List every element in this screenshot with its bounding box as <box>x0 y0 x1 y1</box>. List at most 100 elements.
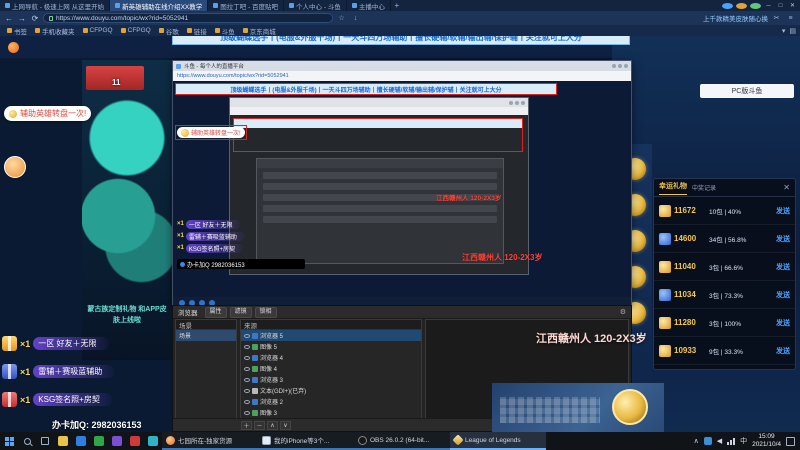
more-tools-icon[interactable]: ≡ <box>785 15 796 22</box>
forward-button[interactable]: → <box>17 14 27 23</box>
bookmark-label: 斗鱼 <box>221 28 235 36</box>
visibility-icon[interactable] <box>244 410 250 415</box>
star-icon[interactable]: ☆ <box>336 14 347 22</box>
captured-wheel-bubble[interactable]: 辅助英雄转盘一次! <box>177 127 245 138</box>
pinned-app-browser[interactable] <box>72 432 90 450</box>
dialog-titlebar[interactable] <box>257 159 503 168</box>
source-row[interactable]: 文本(GDI+)(已弃) <box>241 385 421 396</box>
speaker-icon[interactable]: ◀ <box>717 437 722 445</box>
input-language-indicator[interactable]: 中 <box>740 436 747 446</box>
send-button[interactable]: 发送 <box>776 206 790 216</box>
move-up-button[interactable]: ∧ <box>267 420 278 430</box>
taskbar-window-shop[interactable]: 七园所在-独家货源 <box>162 432 258 450</box>
cat-avatar[interactable] <box>4 156 26 178</box>
captured-obs-titlebar[interactable] <box>230 98 528 107</box>
bookmark-item[interactable]: 京东商城 <box>240 26 279 36</box>
bookmark-item[interactable]: 书签 <box>4 26 30 36</box>
tray-app-icon[interactable] <box>703 437 712 445</box>
send-button[interactable]: 发送 <box>776 318 790 328</box>
browser-tab-anchor-center[interactable]: 主播中心 <box>347 0 391 11</box>
address-bar[interactable]: https://www.douyu.com/topic/wx?rid=50529… <box>43 13 333 23</box>
browser-tab-stream[interactable]: 新英雄辅助在线介绍XX教学 <box>110 0 209 11</box>
send-button[interactable]: 发送 <box>776 290 790 300</box>
source-row[interactable]: 浏览器 5 <box>241 330 421 341</box>
source-row[interactable]: 图像 3 <box>241 407 421 418</box>
douyu-logo-icon[interactable] <box>8 42 19 53</box>
hidden-icons-chevron[interactable]: ∧ <box>694 437 699 445</box>
wheel-bubble[interactable]: 辅助英雄转盘一次! <box>4 106 92 121</box>
bookmark-item[interactable]: CFPGQ <box>80 27 116 34</box>
menu-icon[interactable] <box>750 2 761 9</box>
visibility-icon[interactable] <box>244 344 250 349</box>
obs-lock-button[interactable]: 锁相 <box>254 306 277 318</box>
skin-icon[interactable] <box>736 2 747 9</box>
taskbar-window-league[interactable]: League of Legends <box>450 432 546 450</box>
visibility-icon[interactable] <box>244 355 250 360</box>
back-button[interactable]: ← <box>4 14 14 23</box>
network-icon[interactable] <box>727 437 736 445</box>
promo-banner-art[interactable]: 蒙古族定制礼物 和APP皮肤上线啦 <box>82 60 172 360</box>
bookmark-item[interactable]: 手机收藏夹 <box>32 26 78 36</box>
visibility-icon[interactable] <box>244 388 250 393</box>
captured-window-titlebar[interactable]: 斗鱼 - 每个人的直播平台 <box>173 61 631 71</box>
maximize-button[interactable]: □ <box>775 3 786 9</box>
obs-filters-button[interactable]: 滤镜 <box>229 306 252 318</box>
task-view-button[interactable] <box>36 432 54 450</box>
visibility-icon[interactable] <box>244 366 250 371</box>
pinned-app-browser-2[interactable] <box>90 432 108 450</box>
taskbar-window-obs[interactable]: OBS 26.0.2 (64-bit... <box>354 432 450 450</box>
download-icon[interactable]: ↓ <box>350 15 361 22</box>
notification-center-icon[interactable] <box>786 436 795 446</box>
sidebar-icon[interactable]: ▤ <box>789 27 796 35</box>
start-button[interactable] <box>0 432 18 450</box>
count-badge: 11 <box>112 78 121 87</box>
minimize-button[interactable]: ─ <box>763 3 774 9</box>
source-row[interactable]: 浏览器 2 <box>241 396 421 407</box>
move-down-button[interactable]: ∨ <box>280 420 291 430</box>
scene-item[interactable]: 场景 <box>176 330 236 341</box>
close-button[interactable]: ✕ <box>787 2 798 9</box>
visibility-icon[interactable] <box>244 399 250 404</box>
refresh-button[interactable]: ⟳ <box>30 14 40 23</box>
browser-tab-tieba[interactable]: 图拉丁吧 - 百度贴吧 <box>208 0 285 11</box>
browser-tab-profile[interactable]: 个人中心 - 斗鱼 <box>284 0 347 11</box>
pc-douyu-panel[interactable]: PC版斗鱼 <box>700 84 794 98</box>
gear-icon[interactable]: ⚙ <box>620 308 626 316</box>
add-source-button[interactable]: ＋ <box>241 420 252 430</box>
pinned-app-music[interactable] <box>126 432 144 450</box>
source-row[interactable]: 图像 4 <box>241 363 421 374</box>
captured-address-bar[interactable]: https://www.douyu.com/topic/wx?rid=50529… <box>173 71 631 81</box>
browser-tab-home[interactable]: 上网导航 - 极速上网 从这里开始 <box>0 0 111 11</box>
gift-tab-active[interactable]: 幸运礼物 <box>659 180 687 195</box>
visibility-icon[interactable] <box>244 377 250 382</box>
site-icon <box>82 28 88 33</box>
visibility-icon[interactable] <box>244 333 250 338</box>
bookmark-item[interactable]: 谷歌 <box>156 26 182 36</box>
source-row[interactable]: 浏览器 3 <box>241 374 421 385</box>
close-icon[interactable]: ✕ <box>783 183 790 192</box>
screenshot-icon[interactable]: ✂ <box>771 14 782 22</box>
send-button[interactable]: 发送 <box>776 234 790 244</box>
gift-tab-inactive[interactable]: 中奖记录 <box>692 183 716 192</box>
gift-text: 雷辅＋赛吸蓝辅助 <box>33 365 115 378</box>
account-icon[interactable] <box>722 2 733 9</box>
send-button[interactable]: 发送 <box>776 262 790 272</box>
pinned-app-mail[interactable] <box>108 432 126 450</box>
bookmark-item[interactable]: 斗鱼 <box>212 26 238 36</box>
promo-text[interactable]: 上千款精美皮肤随心换 <box>703 13 768 23</box>
send-button[interactable]: 发送 <box>776 346 790 356</box>
source-row[interactable]: 浏览器 4 <box>241 352 421 363</box>
taskbar-clock[interactable]: 15:09 2021/10/4 <box>752 433 781 449</box>
source-row[interactable]: 图像 5 <box>241 341 421 352</box>
pinned-app-chat[interactable] <box>144 432 162 450</box>
bookmark-item[interactable]: CFPGQ <box>118 27 154 34</box>
obs-properties-button[interactable]: 属性 <box>204 306 227 318</box>
collections-icon[interactable]: ▾ <box>782 27 786 35</box>
taskbar-search-button[interactable] <box>18 432 36 450</box>
pinned-app-explorer[interactable] <box>54 432 72 450</box>
bookmark-item[interactable]: 链接 <box>184 26 210 36</box>
remove-source-button[interactable]: － <box>254 420 265 430</box>
watermark-text-large: 江西赣州人 120-2X3岁 <box>536 333 647 345</box>
taskbar-window-iphone[interactable]: 我的iPhone等3个... <box>258 432 354 450</box>
new-tab-button[interactable]: + <box>391 0 403 11</box>
